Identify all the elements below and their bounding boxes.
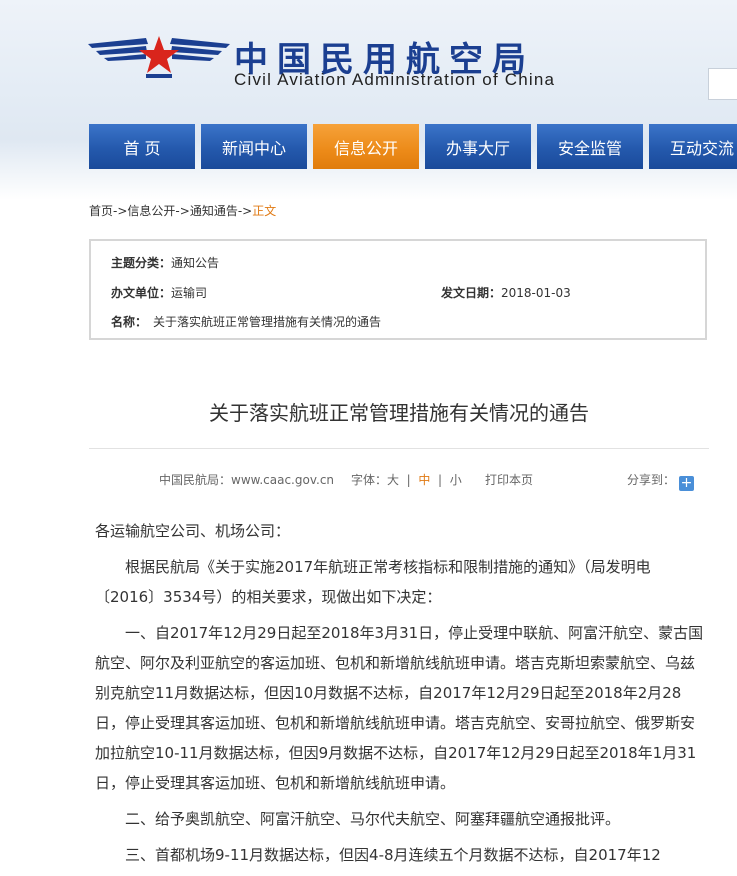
info-date-row: 发文日期：2018-01-03 [441,284,571,301]
font-small-button[interactable]: 小 [450,473,462,487]
info-unit-row: 办文单位：运输司 [111,284,207,301]
font-medium-button[interactable]: 中 [418,473,430,487]
article-source: 中国民航局：www.caac.gov.cn [159,473,335,487]
share-label: 分享到： [627,473,676,487]
nav-news[interactable]: 新闻中心 [201,124,307,169]
nav-safety[interactable]: 安全监管 [537,124,643,169]
breadcrumb-notices[interactable]: 通知通告 [190,204,238,218]
search-input[interactable] [708,68,737,100]
article-toolbar: 中国民航局：www.caac.gov.cn 字体：大 | 中 | 小 打印本页 … [89,448,709,491]
nav-info-disclosure[interactable]: 信息公开 [313,124,419,169]
print-page-link[interactable]: 打印本页 [485,471,533,488]
info-category-row: 主题分类：通知公告 [111,254,219,271]
breadcrumb-current: 正文 [252,204,277,218]
info-name-row: 名称： 关于落实航班正常管理措施有关情况的通告 [111,313,381,330]
article-paragraph: 二、给予奥凯航空、阿富汗航空、马尔代夫航空、阿塞拜疆航空通报批评。 [125,810,621,828]
font-size-label: 字体： [351,473,388,487]
nav-service-hall[interactable]: 办事大厅 [425,124,531,169]
breadcrumb-separator: -> [237,204,253,218]
info-unit-label: 办文单位： [111,286,172,300]
nav-home[interactable]: 首 页 [89,124,195,169]
share-plus-icon[interactable]: + [679,476,695,491]
font-size-controls: 字体：大 | 中 | 小 [351,471,462,488]
breadcrumb-home[interactable]: 首页 [89,204,113,218]
font-large-button[interactable]: 大 [387,473,399,487]
article-title: 关于落实航班正常管理措施有关情况的通告 [209,401,589,425]
info-name-value: 关于落实航班正常管理措施有关情况的通告 [153,315,382,329]
info-date-value: 2018-01-03 [501,286,571,300]
info-date-label: 发文日期： [441,286,502,300]
font-separator: | [406,473,411,487]
article-paragraph: 各运输航空公司、机场公司： [95,522,291,540]
font-separator: | [438,473,443,487]
main-nav: 首 页 新闻中心 信息公开 办事大厅 安全监管 互动交流 [89,124,737,169]
info-unit-value: 运输司 [171,286,208,300]
breadcrumb-separator: -> [175,204,190,218]
breadcrumb-info[interactable]: 信息公开 [127,204,175,218]
info-category-value: 通知公告 [171,256,220,270]
article-paragraph: 根据民航局《关于实施2017年航班正常考核指标和限制措施的通知》（局发明电〔20… [95,558,651,606]
info-category-label: 主题分类： [111,256,172,270]
info-name-label: 名称： [111,315,148,329]
article-body: 各运输航空公司、机场公司： 根据民航局《关于实施2017年航班正常考核指标和限制… [95,516,707,876]
article-paragraph: 一、自2017年12月29日起至2018年3月31日，停止受理中联航、阿富汗航空… [95,624,704,792]
header-background [0,0,737,200]
nav-interaction[interactable]: 互动交流 [649,124,737,169]
caac-logo-icon[interactable] [88,34,230,80]
breadcrumb-separator: -> [113,204,128,218]
article-paragraph: 三、首都机场9-11月数据达标，但因4-8月连续五个月数据不达标，自2017年1… [125,846,661,864]
site-title-en: Civil Aviation Administration of China [234,70,556,89]
document-info-box: 主题分类：通知公告 办文单位：运输司 发文日期：2018-01-03 名称： 关于… [89,239,707,340]
breadcrumb: 首页->信息公开->通知通告->正文 [89,202,276,219]
share-control: 分享到： + [627,471,695,491]
